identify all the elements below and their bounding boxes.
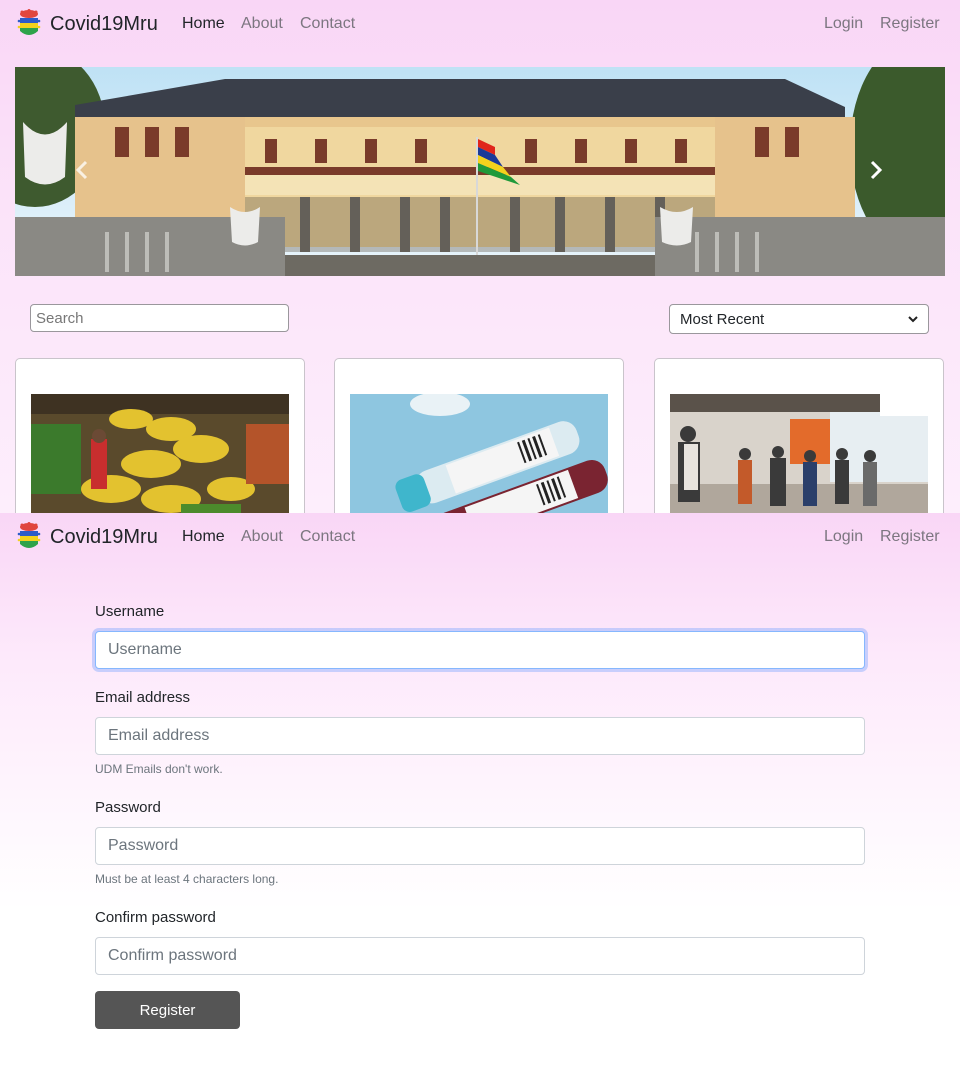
carousel-prev-icon[interactable] <box>67 155 97 185</box>
nav-login-link[interactable]: Login <box>824 14 863 34</box>
card-image-test-tubes <box>350 394 608 513</box>
password-help-text: Must be at least 4 characters long. <box>95 872 279 886</box>
brand-logo-icon <box>17 522 41 548</box>
news-card[interactable] <box>334 358 624 513</box>
username-field[interactable] <box>95 631 865 669</box>
sort-selected-value: Most Recent <box>680 310 765 328</box>
card-image-market <box>31 394 289 513</box>
card-image-queue <box>670 394 928 513</box>
navbar: Covid19Mru Home About Contact Login Regi… <box>0 0 960 48</box>
brand[interactable]: Covid19Mru <box>17 9 158 39</box>
confirm-password-field[interactable] <box>95 937 865 975</box>
news-card[interactable] <box>654 358 944 513</box>
nav-contact-link[interactable]: Contact <box>300 14 355 34</box>
confirm-password-label: Confirm password <box>95 909 216 926</box>
home-screen: Covid19Mru Home About Contact Login Regi… <box>0 0 960 513</box>
brand-logo-icon <box>17 9 41 35</box>
brand-name: Covid19Mru <box>50 13 158 35</box>
username-label: Username <box>95 603 165 620</box>
nav-about-link[interactable]: About <box>241 527 283 547</box>
password-field[interactable] <box>95 827 865 865</box>
email-help-text: UDM Emails don't work. <box>95 762 223 776</box>
sort-select[interactable]: Most Recent <box>669 304 929 334</box>
email-label: Email address <box>95 689 191 706</box>
password-label: Password <box>95 799 161 816</box>
nav-home-link[interactable]: Home <box>182 14 225 34</box>
news-card[interactable] <box>15 358 305 513</box>
register-screen: Covid19Mru Home About Contact Login Regi… <box>0 513 960 1080</box>
carousel-next-icon[interactable] <box>861 155 891 185</box>
chevron-down-icon <box>908 316 918 323</box>
nav-login-link[interactable]: Login <box>824 527 863 547</box>
hero-carousel <box>15 67 945 276</box>
navbar: Covid19Mru Home About Contact Login Regi… <box>0 513 960 561</box>
search-input[interactable] <box>30 304 289 332</box>
nav-register-link[interactable]: Register <box>880 527 940 547</box>
brand[interactable]: Covid19Mru <box>17 522 158 552</box>
register-button[interactable]: Register <box>95 991 240 1029</box>
nav-register-link[interactable]: Register <box>880 14 940 34</box>
brand-name: Covid19Mru <box>50 526 158 548</box>
nav-home-link[interactable]: Home <box>182 527 225 547</box>
email-field[interactable] <box>95 717 865 755</box>
nav-about-link[interactable]: About <box>241 14 283 34</box>
carousel-image <box>15 67 945 276</box>
nav-contact-link[interactable]: Contact <box>300 527 355 547</box>
